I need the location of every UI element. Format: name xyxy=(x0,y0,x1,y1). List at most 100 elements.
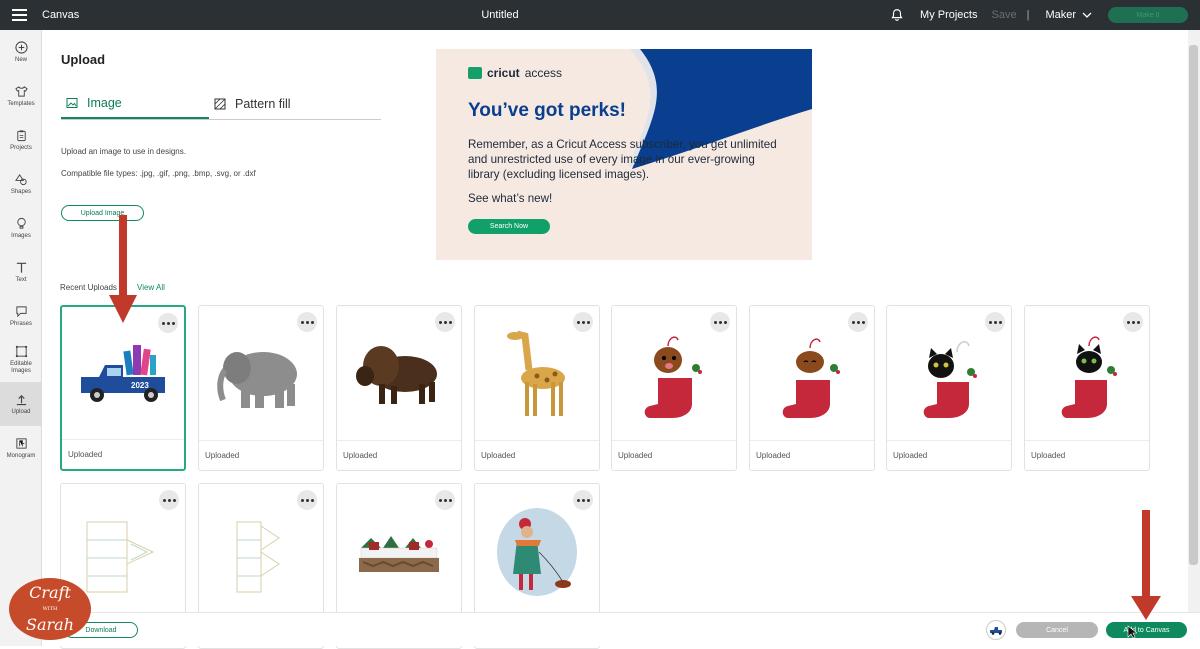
speech-bubble-icon xyxy=(15,305,27,317)
upload-description: Upload an image to use in designs. xyxy=(61,147,186,156)
box-template-image xyxy=(86,521,155,593)
nav-new[interactable]: New xyxy=(0,30,42,74)
add-to-canvas-button[interactable]: Add to Canvas xyxy=(1106,622,1187,638)
shirt-icon xyxy=(14,85,28,97)
card-caption: Uploaded xyxy=(887,440,1011,470)
banner-heading: You’ve got perks! xyxy=(468,100,627,121)
machine-label: Maker xyxy=(1045,9,1076,21)
nav-label: Upload xyxy=(11,408,31,415)
nav-shapes[interactable]: Shapes xyxy=(0,162,42,206)
nav-editable-images[interactable]: Editable Images xyxy=(0,338,42,382)
box-template-2-image xyxy=(236,521,280,593)
brand-suffix: access xyxy=(524,66,563,80)
girl-walking-dog-image xyxy=(497,508,577,596)
upload-card[interactable]: Uploaded xyxy=(749,305,875,471)
upload-card[interactable]: Uploaded xyxy=(1024,305,1150,471)
tab-pattern-fill[interactable]: Pattern fill xyxy=(209,88,291,119)
make-it-button[interactable]: Make It xyxy=(1108,7,1188,23)
more-options-icon[interactable] xyxy=(158,313,178,333)
black-cat-stocking-image xyxy=(923,341,977,418)
clipboard-icon xyxy=(16,129,26,141)
bell-icon[interactable] xyxy=(890,8,904,22)
card-caption: Uploaded xyxy=(62,439,184,469)
more-options-icon[interactable] xyxy=(297,490,317,510)
editable-images-icon xyxy=(15,345,27,358)
nav-label: Monogram xyxy=(6,452,36,459)
upload-card[interactable]: Uploaded xyxy=(336,305,462,471)
save-button[interactable]: Save xyxy=(992,9,1017,21)
more-options-icon[interactable] xyxy=(159,490,179,510)
more-options-icon[interactable] xyxy=(710,312,730,332)
banner-subheading: See what’s new! xyxy=(468,192,553,205)
black-cat-stocking-2-image xyxy=(1061,336,1117,418)
card-caption: Uploaded xyxy=(475,440,599,470)
card-caption: Uploaded xyxy=(199,440,323,470)
more-options-icon[interactable] xyxy=(573,490,593,510)
scrollbar-thumb[interactable] xyxy=(1189,45,1198,565)
cricut-access-logo: cricut access xyxy=(468,66,562,80)
more-options-icon[interactable] xyxy=(435,490,455,510)
card-caption: Uploaded xyxy=(750,440,874,470)
nav-label: Text xyxy=(15,276,27,283)
giraffe-image xyxy=(507,330,565,416)
my-projects-link[interactable]: My Projects xyxy=(920,9,977,21)
selected-image-thumbnail xyxy=(986,620,1006,640)
more-options-icon[interactable] xyxy=(1123,312,1143,332)
nav-text[interactable]: Text xyxy=(0,250,42,294)
upload-card[interactable]: 2023 Uploaded xyxy=(60,305,186,471)
craft-with-sarah-logo: Craft WITH Sarah xyxy=(9,578,91,640)
machine-select[interactable]: Maker xyxy=(1045,9,1092,21)
nav-projects[interactable]: Projects xyxy=(0,118,42,162)
panel-title: Upload xyxy=(61,52,106,67)
blue-truck-image: 2023 xyxy=(81,345,165,402)
more-options-icon[interactable] xyxy=(573,312,593,332)
top-bar: Canvas Untitled My Projects Save | Maker… xyxy=(0,0,1200,30)
more-options-icon[interactable] xyxy=(435,312,455,332)
text-icon xyxy=(16,262,26,273)
card-caption: Uploaded xyxy=(612,440,736,470)
nav-label: Editable Images xyxy=(10,361,32,374)
nav-upload[interactable]: Upload xyxy=(0,382,42,426)
nav-label: Shapes xyxy=(10,188,32,195)
banner-body: Remember, as a Cricut Access subscriber,… xyxy=(468,138,777,181)
upload-icon xyxy=(16,394,26,405)
dog-stocking-image xyxy=(644,336,702,418)
nav-label: Templates xyxy=(7,100,35,107)
chevron-down-icon xyxy=(1082,12,1092,18)
left-nav: New Templates Projects Shapes Images Tex… xyxy=(0,30,42,646)
truck-thumbnail-icon xyxy=(990,627,1002,635)
upload-card[interactable]: Uploaded xyxy=(474,305,600,471)
more-options-icon[interactable] xyxy=(848,312,868,332)
more-options-icon[interactable] xyxy=(297,312,317,332)
upload-card[interactable]: Uploaded xyxy=(611,305,737,471)
cricut-access-banner: cricut access You’ve got perks! Remember… xyxy=(436,49,812,260)
more-options-icon[interactable] xyxy=(985,312,1005,332)
watermark-line-1: Craft xyxy=(29,583,71,602)
red-arrow-down-icon xyxy=(109,215,137,323)
upload-tabs: Image Pattern fill xyxy=(61,88,381,120)
nav-images[interactable]: Images xyxy=(0,206,42,250)
upload-card[interactable]: Uploaded xyxy=(198,305,324,471)
upload-card[interactable]: Uploaded xyxy=(886,305,1012,471)
nav-label: Images xyxy=(11,232,31,239)
search-now-button[interactable]: Search Now xyxy=(468,219,550,234)
elephant-image xyxy=(217,352,297,408)
nav-templates[interactable]: Templates xyxy=(0,74,42,118)
cancel-button[interactable]: Cancel xyxy=(1016,622,1098,638)
winter-village-image xyxy=(359,536,439,572)
watermark-line-2: Sarah xyxy=(26,615,74,634)
nav-phrases[interactable]: Phrases xyxy=(0,294,42,338)
nav-label: Projects xyxy=(10,144,32,151)
dog-stocking-2-image xyxy=(782,338,840,418)
brand-name: cricut xyxy=(487,66,520,80)
nav-monogram[interactable]: Monogram xyxy=(0,426,42,470)
card-caption: Uploaded xyxy=(1025,440,1149,470)
nav-label: Phrases xyxy=(9,320,32,327)
nav-label: New xyxy=(14,56,27,63)
bison-image xyxy=(356,346,437,404)
separator: | xyxy=(1026,9,1030,21)
view-all-link[interactable]: View All xyxy=(137,283,165,292)
document-title[interactable]: Untitled xyxy=(0,9,1000,21)
monogram-icon xyxy=(15,437,27,449)
tab-image[interactable]: Image xyxy=(61,88,209,119)
